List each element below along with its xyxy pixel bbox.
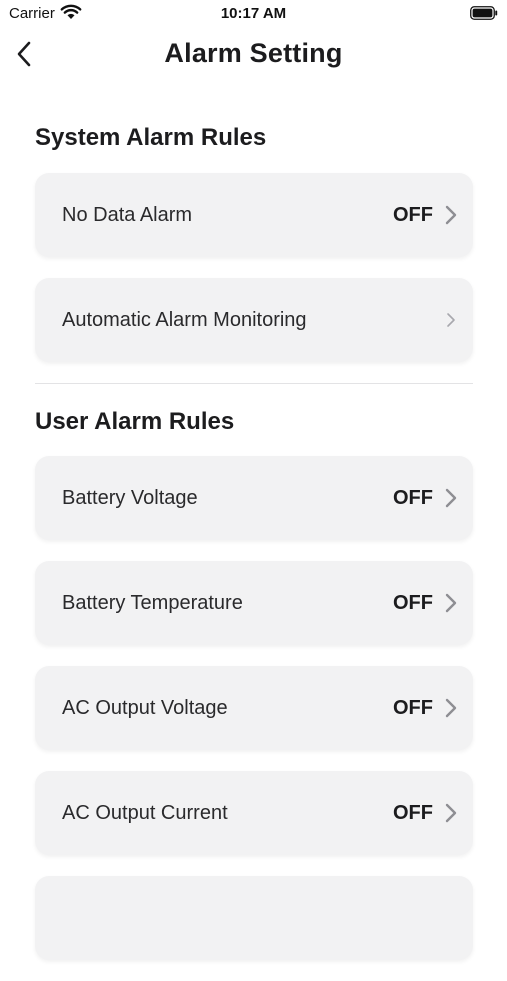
chevron-right-icon (445, 205, 457, 225)
page-title: Alarm Setting (164, 38, 343, 68)
section-divider (35, 383, 473, 384)
section-title-user: User Alarm Rules (35, 408, 235, 435)
rule-ac-output-current[interactable]: AC Output Current OFF (35, 771, 473, 855)
rule-label: AC Output Voltage (62, 696, 228, 719)
rule-automatic-alarm-monitoring[interactable]: Automatic Alarm Monitoring (35, 278, 473, 362)
rule-label: Automatic Alarm Monitoring (62, 308, 307, 331)
rule-battery-temperature[interactable]: Battery Temperature OFF (35, 561, 473, 645)
alarm-settings-list: System Alarm Rules No Data Alarm OFF Aut… (35, 110, 473, 981)
rule-status: OFF (393, 696, 433, 719)
rule-label: AC Output Current (62, 801, 228, 824)
rule-status: OFF (393, 801, 433, 824)
rule-status: OFF (393, 591, 433, 614)
chevron-right-icon (445, 698, 457, 718)
chevron-right-icon (445, 803, 457, 823)
rule-status: OFF (393, 486, 433, 509)
rule-no-data-alarm[interactable]: No Data Alarm OFF (35, 173, 473, 257)
rule-label: Battery Voltage (62, 486, 198, 509)
battery-icon (470, 6, 498, 20)
nav-bar: Alarm Setting (0, 28, 507, 80)
rule-status: OFF (393, 203, 433, 226)
chevron-right-icon (445, 593, 457, 613)
rule-label: Battery Temperature (62, 591, 243, 614)
section-title-system: System Alarm Rules (35, 124, 267, 151)
status-time: 10:17 AM (220, 5, 287, 22)
rule-battery-voltage[interactable]: Battery Voltage OFF (35, 456, 473, 540)
rule-card-partial[interactable] (35, 876, 473, 960)
chevron-right-icon (447, 313, 455, 327)
rule-ac-output-voltage[interactable]: AC Output Voltage OFF (35, 666, 473, 750)
rule-label: No Data Alarm (62, 203, 193, 226)
chevron-right-icon (445, 488, 457, 508)
status-bar: Carrier 10:17 AM (0, 0, 507, 28)
